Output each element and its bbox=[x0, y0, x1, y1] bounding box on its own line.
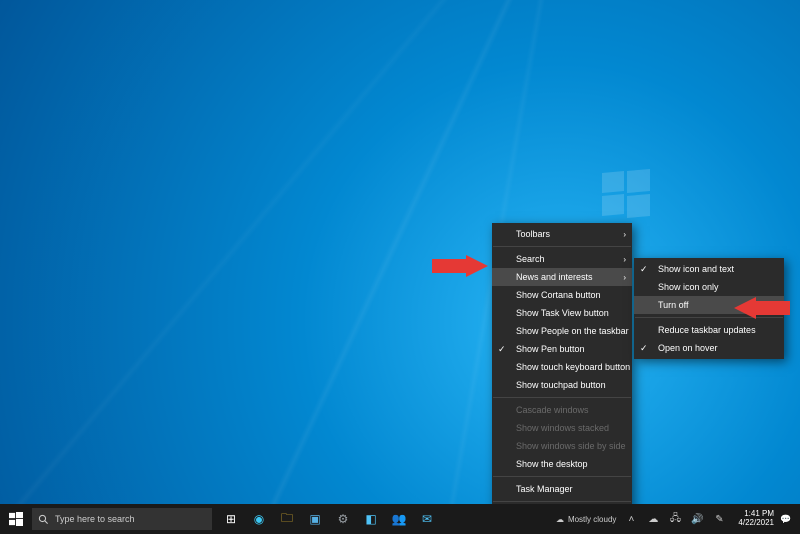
menu-stacked-windows: Show windows stacked bbox=[492, 419, 632, 437]
windows-logo-wallpaper bbox=[602, 170, 650, 218]
submenu-reduce-updates[interactable]: Reduce taskbar updates bbox=[634, 321, 784, 339]
news-and-interests-widget[interactable]: ☁ Mostly cloudy bbox=[550, 515, 622, 524]
menu-label: Show icon only bbox=[658, 282, 719, 292]
chevron-right-icon: › bbox=[623, 255, 626, 264]
search-placeholder: Type here to search bbox=[55, 514, 135, 524]
menu-show-touchpad[interactable]: Show touchpad button bbox=[492, 376, 632, 394]
search-input[interactable]: Type here to search bbox=[32, 508, 212, 530]
system-tray: ˄ ☁ 🖧 🔊 ✎ bbox=[622, 511, 732, 528]
action-center-icon[interactable]: 💬 bbox=[780, 514, 800, 525]
chevron-right-icon: › bbox=[623, 230, 626, 239]
separator bbox=[493, 501, 631, 502]
menu-search[interactable]: Search › bbox=[492, 250, 632, 268]
menu-label: Show windows side by side bbox=[516, 441, 626, 451]
menu-show-desktop[interactable]: Show the desktop bbox=[492, 455, 632, 473]
settings-icon[interactable]: ⚙ bbox=[330, 504, 356, 534]
menu-label: Show People on the taskbar bbox=[516, 326, 629, 336]
submenu-open-on-hover[interactable]: ✓ Open on hover bbox=[634, 339, 784, 357]
submenu-show-icon-only[interactable]: Show icon only bbox=[634, 278, 784, 296]
menu-label: Show the desktop bbox=[516, 459, 588, 469]
menu-label: Show icon and text bbox=[658, 264, 734, 274]
menu-label: Cascade windows bbox=[516, 405, 589, 415]
teams-icon[interactable]: 👥 bbox=[386, 504, 412, 534]
menu-label: Show touchpad button bbox=[516, 380, 606, 390]
menu-label: Turn off bbox=[658, 300, 689, 310]
check-icon: ✓ bbox=[640, 343, 648, 354]
menu-label: News and interests bbox=[516, 272, 593, 282]
tray-chevron-up-icon[interactable]: ˄ bbox=[622, 514, 640, 525]
menu-show-taskview[interactable]: Show Task View button bbox=[492, 304, 632, 322]
search-icon bbox=[38, 514, 49, 525]
menu-show-pen[interactable]: ✓ Show Pen button bbox=[492, 340, 632, 358]
task-view-button[interactable]: ⊞ bbox=[218, 504, 244, 534]
desktop[interactable]: Toolbars › Search › News and interests › Sh… bbox=[0, 0, 800, 534]
taskbar-context-menu: Toolbars › Search › News and interests › Sh… bbox=[492, 223, 632, 534]
pen-icon[interactable]: ✎ bbox=[710, 514, 728, 525]
menu-label: Show Task View button bbox=[516, 308, 609, 318]
edge-icon[interactable]: ◉ bbox=[246, 504, 272, 534]
start-button[interactable] bbox=[0, 504, 32, 534]
photos-icon[interactable]: ◧ bbox=[358, 504, 384, 534]
menu-label: Show touch keyboard button bbox=[516, 362, 630, 372]
menu-side-by-side: Show windows side by side bbox=[492, 437, 632, 455]
menu-label: Task Manager bbox=[516, 484, 573, 494]
menu-label: Open on hover bbox=[658, 343, 718, 353]
menu-label: Show Pen button bbox=[516, 344, 585, 354]
separator bbox=[493, 246, 631, 247]
annotation-arrow-icon bbox=[432, 255, 488, 277]
submenu-show-icon-and-text[interactable]: ✓ Show icon and text bbox=[634, 260, 784, 278]
check-icon: ✓ bbox=[640, 264, 648, 275]
taskbar-pinned-apps: ⊞ ◉ 🗀 ▣ ⚙ ◧ 👥 ✉ bbox=[218, 504, 440, 534]
mail-icon[interactable]: ✉ bbox=[414, 504, 440, 534]
weather-text: Mostly cloudy bbox=[568, 515, 616, 524]
menu-label: Toolbars bbox=[516, 229, 550, 239]
weather-icon: ☁ bbox=[556, 515, 564, 524]
file-explorer-icon[interactable]: 🗀 bbox=[274, 504, 300, 534]
menu-show-touch-keyboard[interactable]: Show touch keyboard button bbox=[492, 358, 632, 376]
menu-label: Search bbox=[516, 254, 545, 264]
menu-cascade-windows: Cascade windows bbox=[492, 401, 632, 419]
network-icon[interactable]: 🖧 bbox=[666, 511, 684, 528]
check-icon: ✓ bbox=[498, 344, 506, 355]
chevron-right-icon: › bbox=[623, 273, 626, 282]
windows-icon bbox=[9, 512, 23, 526]
menu-label: Show Cortana button bbox=[516, 290, 601, 300]
annotation-arrow-icon bbox=[734, 297, 790, 319]
clock[interactable]: 1:41 PM 4/22/2021 bbox=[732, 510, 780, 528]
separator bbox=[493, 476, 631, 477]
onedrive-icon[interactable]: ☁ bbox=[644, 514, 662, 525]
date-text: 4/22/2021 bbox=[738, 519, 774, 528]
menu-label: Show windows stacked bbox=[516, 423, 609, 433]
separator bbox=[493, 397, 631, 398]
menu-toolbars[interactable]: Toolbars › bbox=[492, 225, 632, 243]
taskbar: Type here to search ⊞ ◉ 🗀 ▣ ⚙ ◧ 👥 ✉ ☁ Mo… bbox=[0, 504, 800, 534]
menu-show-cortana[interactable]: Show Cortana button bbox=[492, 286, 632, 304]
menu-show-people[interactable]: Show People on the taskbar bbox=[492, 322, 632, 340]
menu-news-and-interests[interactable]: News and interests › bbox=[492, 268, 632, 286]
store-icon[interactable]: ▣ bbox=[302, 504, 328, 534]
volume-icon[interactable]: 🔊 bbox=[688, 514, 706, 525]
menu-task-manager[interactable]: Task Manager bbox=[492, 480, 632, 498]
menu-label: Reduce taskbar updates bbox=[658, 325, 756, 335]
